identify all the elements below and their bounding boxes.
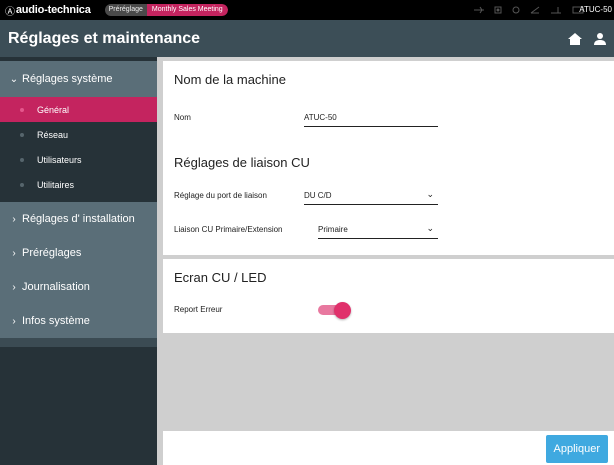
preset-value: Monthly Sales Meeting	[146, 4, 228, 16]
name-label: Nom	[174, 113, 191, 122]
usb-icon	[474, 6, 484, 14]
main-content: Nom de la machine Nom ATUC-50 Réglages d…	[163, 57, 614, 465]
card-title: Nom de la machine	[174, 72, 286, 87]
machine-name-card: Nom de la machine Nom ATUC-50	[163, 61, 614, 149]
error-report-toggle[interactable]	[318, 302, 351, 319]
card-title: Ecran CU / LED	[174, 270, 267, 285]
bullet-icon	[20, 107, 24, 112]
home-icon[interactable]	[568, 32, 582, 45]
footer-bar: Appliquer	[163, 431, 614, 465]
page-title: Réglages et maintenance	[8, 29, 201, 47]
chevron-right-icon: ›	[12, 281, 16, 293]
brand-name: audio-technica	[15, 4, 91, 16]
sidebar-item-utilities[interactable]: Utilitaires	[0, 172, 157, 197]
sidebar-section-system-settings[interactable]: ⌄ Réglages système	[0, 61, 157, 97]
sidebar: ⌄ Réglages système Général Réseau Utilis…	[0, 57, 157, 465]
preset-label: Préréglage	[104, 4, 147, 16]
record-icon	[494, 6, 502, 14]
bullet-icon	[20, 182, 24, 187]
sidebar-section-label: Préréglages	[22, 247, 82, 259]
link-port-value: DU C/D	[304, 191, 332, 200]
chevron-down-icon: ⌄	[426, 223, 434, 233]
sidebar-section-installation-settings[interactable]: › Réglages d' installation	[0, 202, 157, 236]
apply-button[interactable]: Appliquer	[545, 435, 608, 463]
sidebar-section-logging[interactable]: › Journalisation	[0, 270, 157, 304]
link-port-select[interactable]: DU C/D ⌄	[304, 189, 438, 205]
sidebar-item-network[interactable]: Réseau	[0, 122, 157, 147]
link-mode-select[interactable]: Primaire ⌄	[318, 223, 438, 239]
sidebar-item-users[interactable]: Utilisateurs	[0, 147, 157, 172]
link-mode-value: Primaire	[318, 225, 348, 234]
sidebar-section-label: Réglages d' installation	[22, 213, 135, 225]
chevron-down-icon: ⌄	[426, 189, 434, 199]
sidebar-item-label: Utilitaires	[37, 179, 75, 190]
sidebar-section-label: Réglages système	[22, 73, 113, 85]
cu-link-card: Réglages de liaison CU Réglage du port d…	[163, 144, 614, 255]
sidebar-section-label: Infos système	[22, 315, 90, 327]
page-header: Réglages et maintenance	[0, 20, 614, 57]
device-name: ATUC-50	[579, 5, 612, 14]
card-title: Réglages de liaison CU	[174, 155, 310, 170]
preset-indicator: Préréglage Monthly Sales Meeting	[104, 4, 228, 16]
sidebar-item-label: Général	[37, 104, 70, 115]
sidebar-section-label: Journalisation	[22, 281, 90, 293]
sidebar-section-system-info[interactable]: › Infos système	[0, 304, 157, 338]
link-mode-label: Liaison CU Primaire/Extension	[174, 225, 283, 234]
status-icons	[474, 0, 584, 20]
top-status-bar: Ⓐ audio-technica Préréglage Monthly Sale…	[0, 0, 614, 20]
error-icon	[512, 6, 520, 14]
bullet-icon	[20, 132, 24, 137]
sidebar-section-presets[interactable]: › Préréglages	[0, 236, 157, 270]
sidebar-item-general[interactable]: Général	[0, 97, 157, 122]
brand-logo: Ⓐ audio-technica	[0, 3, 91, 18]
mic-level-icon	[530, 6, 540, 14]
brand-mark-icon: Ⓐ	[5, 6, 15, 18]
chevron-down-icon: ⌄	[9, 73, 19, 85]
error-report-label: Report Erreur	[174, 305, 223, 314]
user-icon[interactable]	[594, 32, 606, 45]
chevron-right-icon: ›	[12, 247, 16, 259]
bullet-icon	[20, 157, 24, 162]
cu-led-card: Ecran CU / LED Report Erreur	[163, 259, 614, 333]
sidebar-item-label: Réseau	[37, 129, 69, 140]
signal-icon	[551, 7, 561, 14]
sidebar-item-label: Utilisateurs	[37, 154, 82, 165]
chevron-right-icon: ›	[12, 315, 16, 327]
link-port-label: Réglage du port de liaison	[174, 191, 267, 200]
chevron-right-icon: ›	[12, 213, 16, 225]
machine-name-input[interactable]: ATUC-50	[304, 113, 438, 127]
machine-name-value: ATUC-50	[304, 113, 337, 122]
